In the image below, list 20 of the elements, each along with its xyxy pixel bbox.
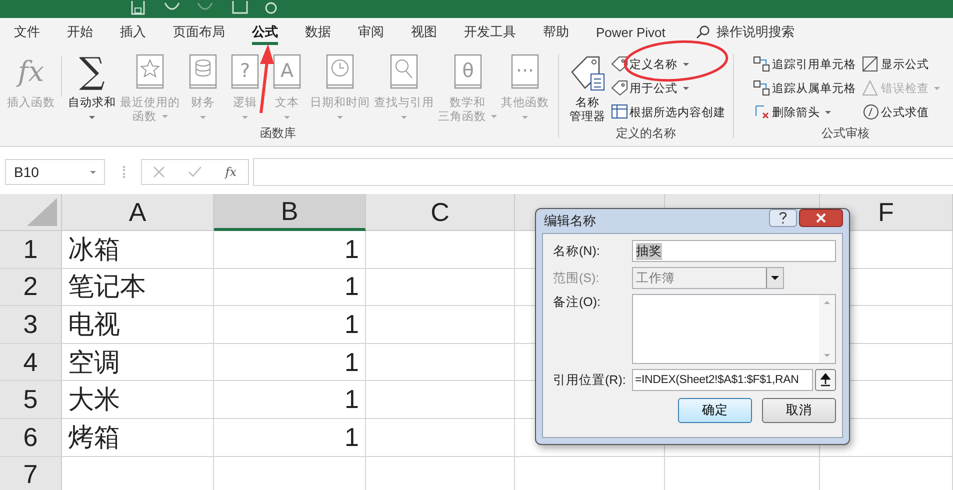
table-cell: 烤箱 — [62, 418, 214, 457]
table-cell: 1 — [214, 381, 366, 419]
group-label: 公式审核 — [822, 125, 870, 142]
table-cell: 笔记本 — [62, 268, 214, 306]
dialog-title: 编辑名称 — [544, 212, 596, 230]
table-cell: 1 — [214, 306, 366, 344]
field-label: 备注(O): — [552, 294, 602, 311]
table-cell: 1 — [214, 344, 366, 382]
table-cell: 冰箱 — [62, 231, 214, 269]
field-label: 引用位置(R): — [552, 372, 627, 388]
table-cell: 1 — [214, 231, 366, 269]
table-cell: 1 — [214, 268, 366, 306]
table-cell: 1 — [214, 418, 366, 457]
table-cell: 空调 — [62, 344, 214, 382]
field-label: 范围(S): — [552, 270, 600, 286]
table-cell: 电视 — [62, 306, 214, 344]
table-cell: 大米 — [62, 381, 214, 419]
group-label: 定义的名称 — [616, 125, 676, 142]
field-label: 名称(N): — [552, 242, 601, 260]
group-label: 函数库 — [260, 125, 296, 142]
